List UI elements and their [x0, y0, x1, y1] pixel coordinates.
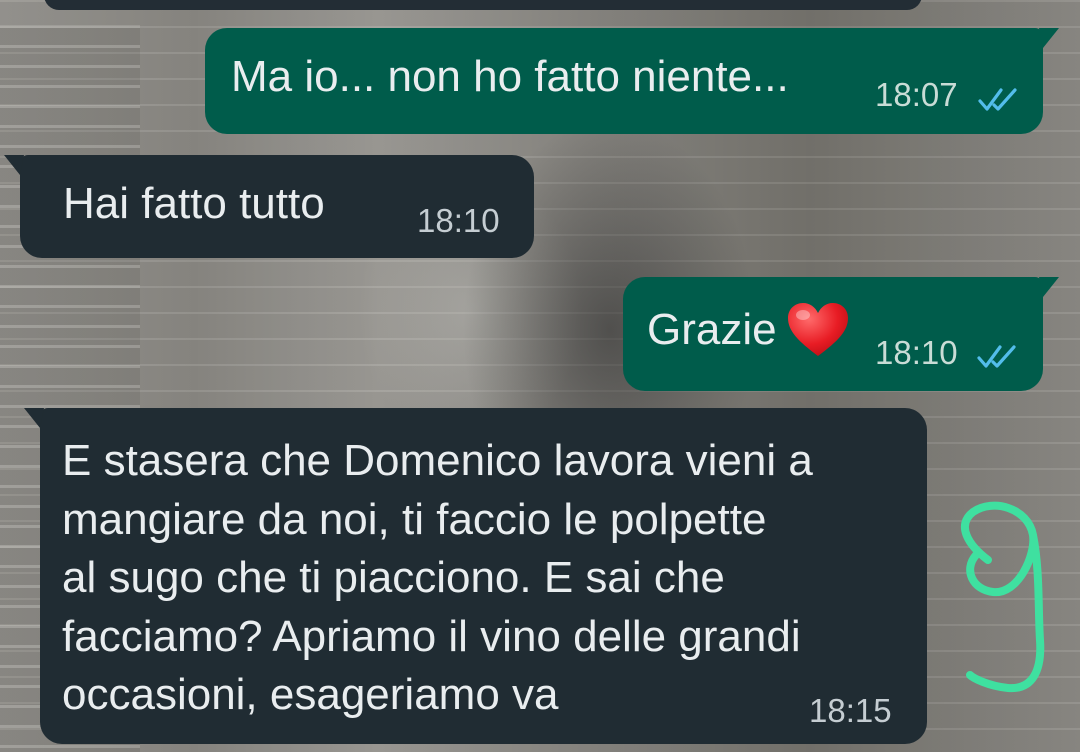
message-line: occasioni, esageriamo va: [62, 670, 559, 719]
message-time: 18:10: [875, 334, 958, 371]
message-bubble-outgoing[interactable]: Ma io... non ho fatto niente... 18:07: [205, 28, 1059, 134]
message-bubble-outgoing[interactable]: Grazie 18:10: [623, 277, 1059, 391]
message-time: 18:07: [875, 76, 958, 113]
message-text: Grazie: [647, 305, 777, 354]
message-text: E stasera che Domenico lavora vieni a ma…: [62, 432, 902, 725]
bubble-tail-icon: [4, 155, 24, 175]
message-time: 18:10: [417, 202, 500, 239]
handwritten-scribble-icon: [960, 501, 1045, 693]
message-bubble-incoming[interactable]: E stasera che Domenico lavora vieni a ma…: [24, 408, 927, 744]
read-double-check-icon: [977, 345, 1016, 368]
message-line: facciamo? Apriamo il vino delle grandi: [62, 611, 801, 661]
message-line: al sugo che ti piacciono. E sai che: [62, 553, 725, 602]
message-line: mangiare da noi, ti faccio le polpette: [62, 494, 767, 544]
message-text: Hai fatto tutto: [63, 179, 325, 228]
message-line: E stasera che Domenico lavora vieni a: [62, 436, 813, 485]
read-double-check-icon: [978, 88, 1017, 111]
red-heart-icon: [788, 303, 848, 356]
bubble-tail-icon: [24, 408, 44, 428]
message-bubble-incoming[interactable]: Hai fatto tutto 18:10: [4, 155, 534, 258]
message-time: 18:15: [809, 692, 892, 729]
previous-message-bubble-edge: [44, 0, 922, 10]
message-text: Ma io... non ho fatto niente...: [231, 52, 789, 101]
bubble-tail-icon: [1039, 277, 1059, 297]
bubble-tail-icon: [1039, 28, 1059, 48]
